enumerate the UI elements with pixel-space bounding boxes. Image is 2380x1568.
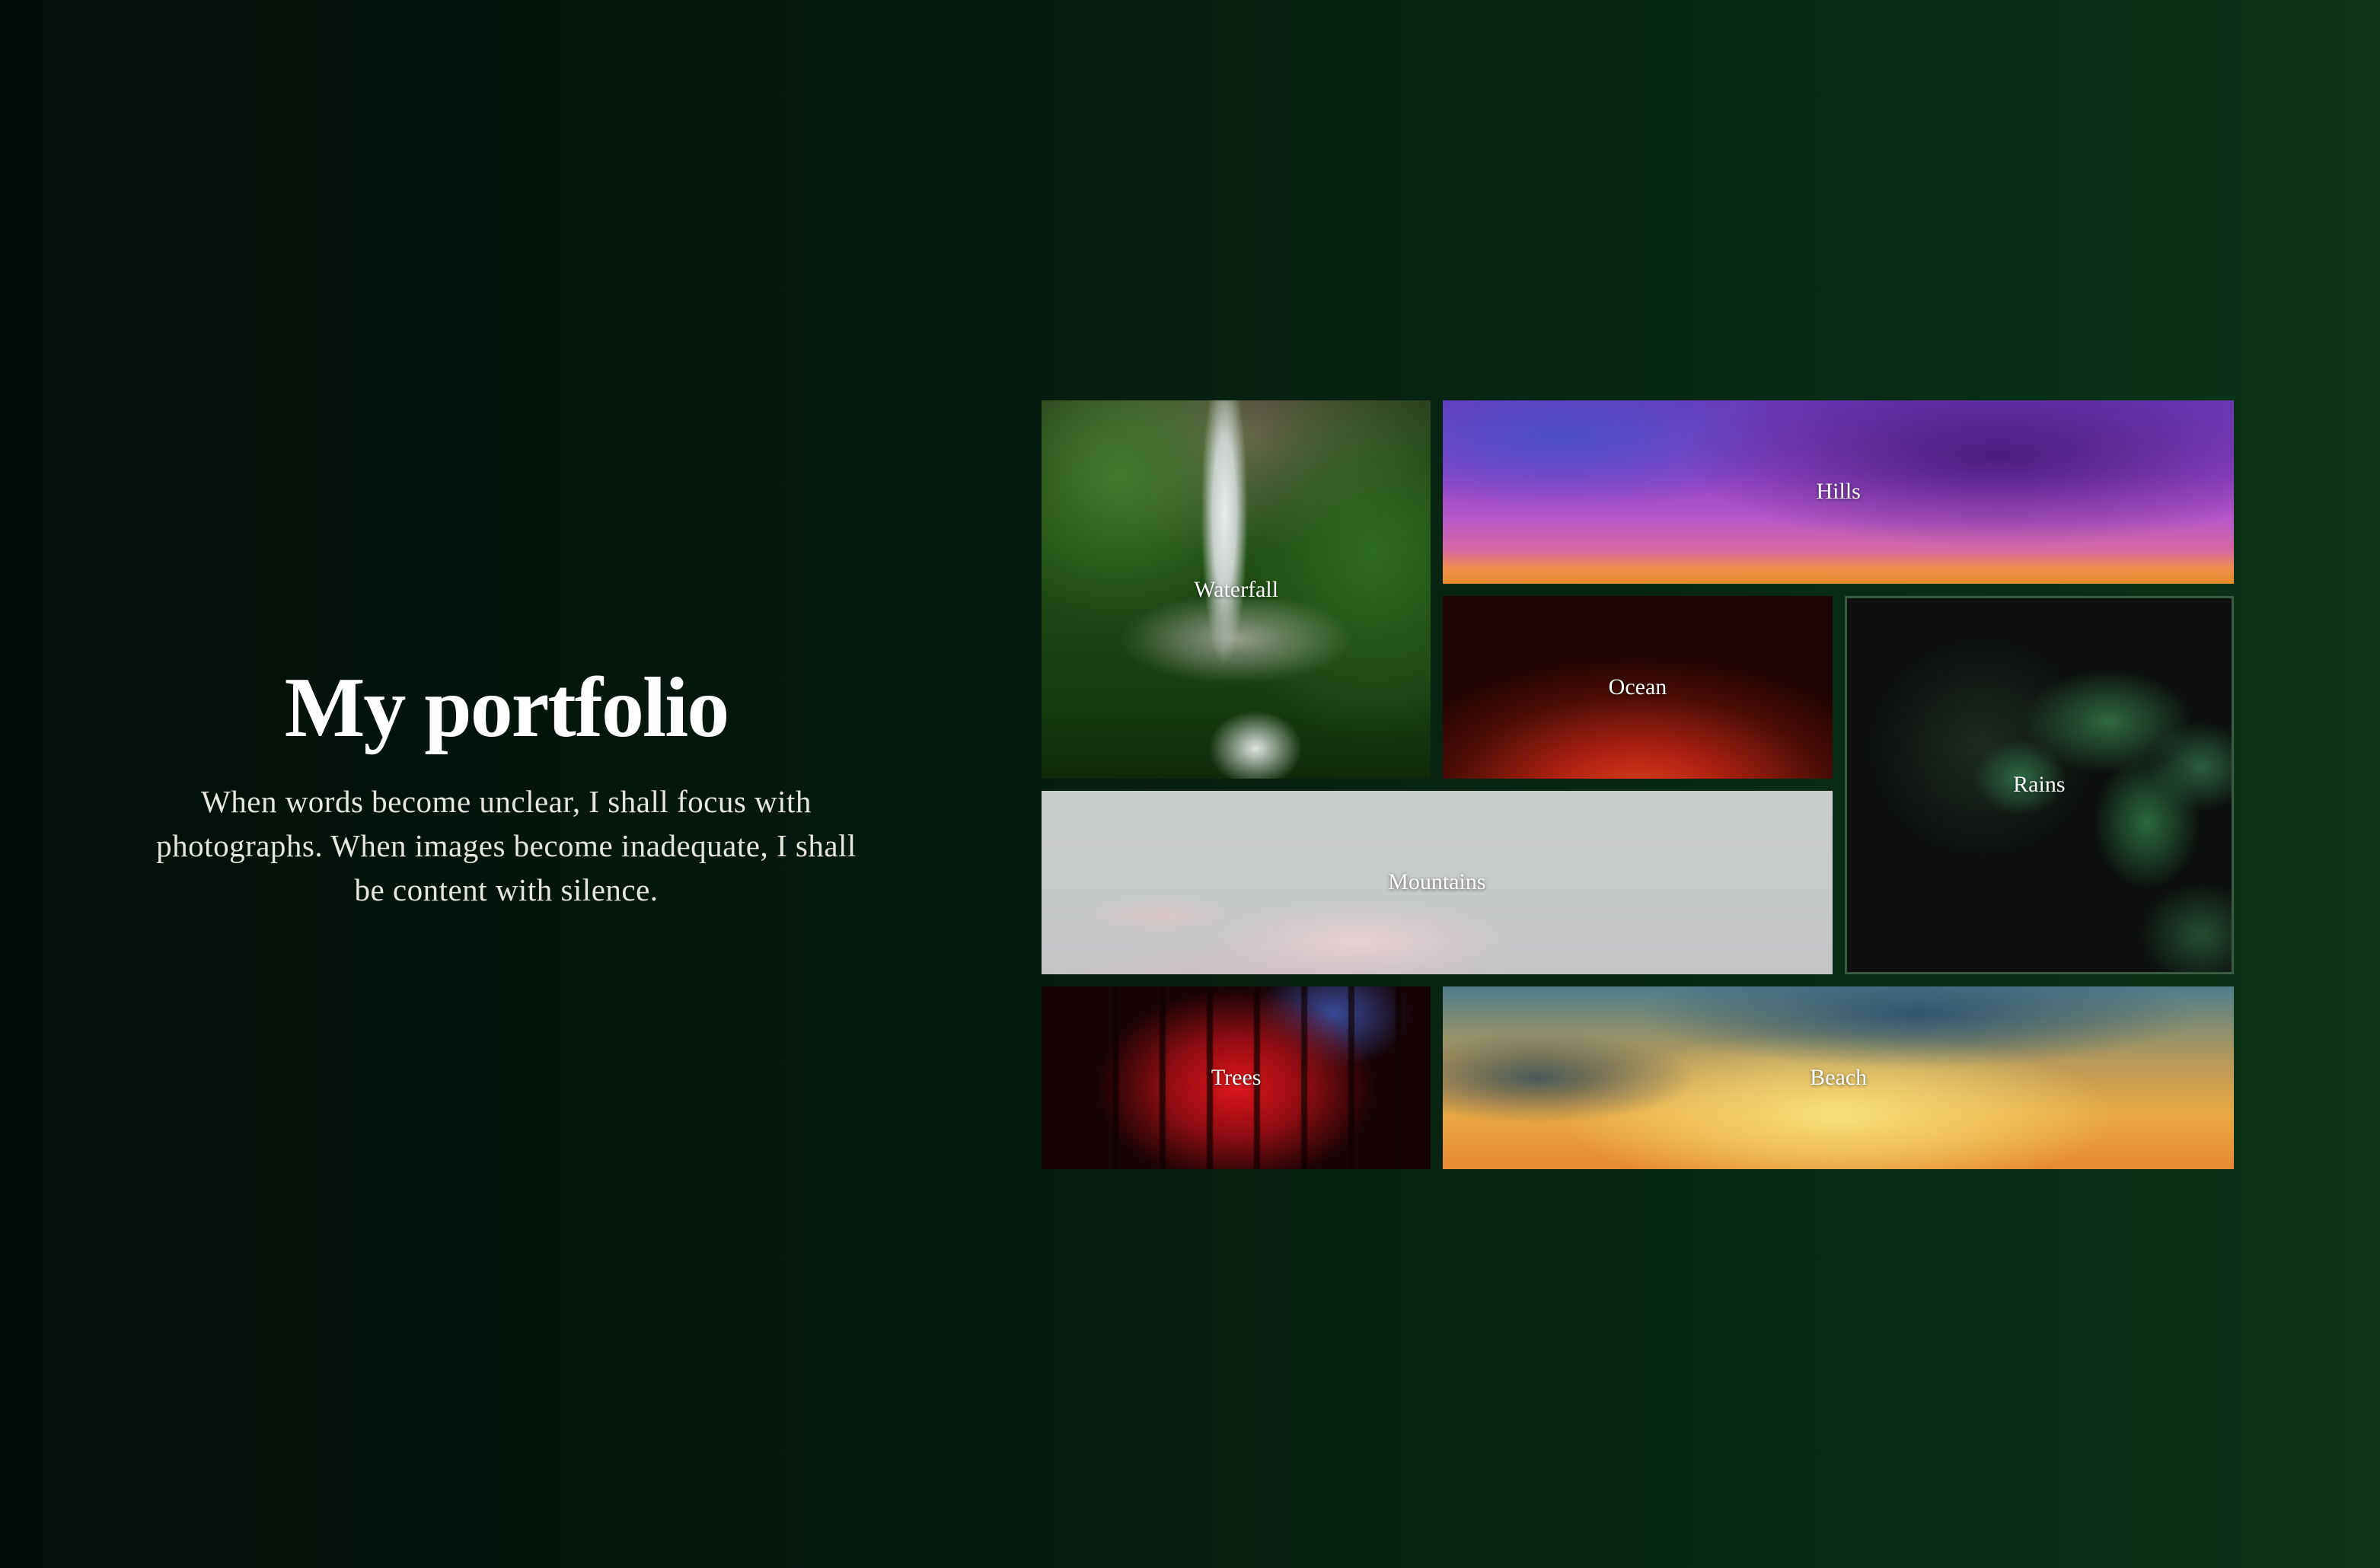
page-title: My portfolio [284,661,730,755]
photo-gallery: Waterfall Hills Ocean Rains Mountains Tr… [1042,400,2234,1169]
gallery-item-label: Trees [1211,1064,1262,1090]
gallery-item-hills[interactable]: Hills [1443,400,2234,584]
gallery-item-trees[interactable]: Trees [1042,986,1431,1169]
gallery-item-label: Hills [1816,479,1861,505]
gallery-item-rains[interactable]: Rains [1844,595,2234,974]
gallery-item-ocean[interactable]: Ocean [1443,595,1833,779]
gallery-item-label: Rains [2013,772,2066,797]
gallery-item-beach[interactable]: Beach [1443,986,2234,1169]
gallery-item-label: Beach [1810,1064,1868,1090]
gallery-item-label: Ocean [1608,674,1667,700]
gallery-item-label: Mountains [1388,869,1486,895]
page-description: When words become unclear, I shall focus… [156,784,857,907]
intro-section: My portfolio When words become unclear, … [152,655,860,912]
gallery-item-mountains[interactable]: Mountains [1042,791,1833,974]
gallery-item-waterfall[interactable]: Waterfall [1042,400,1431,779]
gallery-item-label: Waterfall [1194,576,1279,602]
